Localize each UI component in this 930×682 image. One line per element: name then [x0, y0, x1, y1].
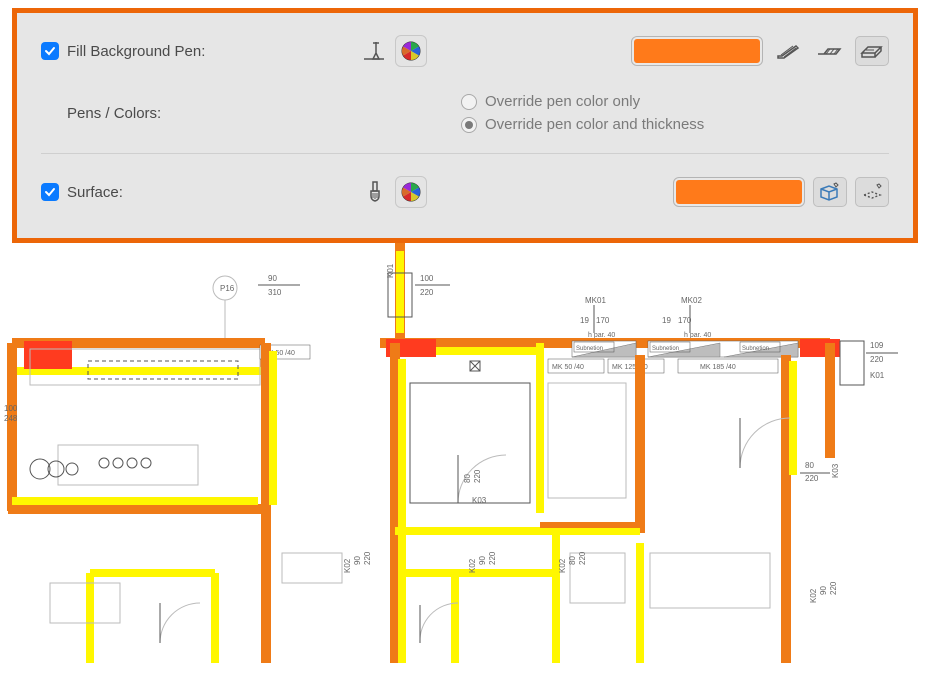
color-wheel-button[interactable]	[395, 176, 427, 208]
svg-text:K01: K01	[386, 263, 395, 278]
svg-text:100: 100	[420, 274, 434, 283]
hatch-solid-icon[interactable]	[771, 36, 805, 66]
svg-text:MK01: MK01	[585, 296, 606, 305]
svg-text:Subnetion: Subnetion	[576, 346, 603, 352]
svg-text:90: 90	[353, 556, 362, 565]
override-color-thickness-label: Override pen color and thickness	[485, 116, 704, 133]
override-color-only-label: Override pen color only	[485, 93, 640, 110]
surface-checkbox[interactable]	[41, 183, 59, 201]
svg-text:K02: K02	[343, 558, 352, 573]
svg-text:80: 80	[463, 474, 472, 483]
svg-text:220: 220	[363, 551, 372, 565]
svg-text:K02: K02	[468, 558, 477, 573]
pens-colors-label: Pens / Colors:	[67, 105, 161, 122]
svg-text:MK02: MK02	[681, 296, 702, 305]
svg-text:220: 220	[870, 355, 884, 364]
svg-text:220: 220	[578, 551, 587, 565]
floor-paint-icon[interactable]	[855, 177, 889, 207]
svg-text:P16: P16	[220, 284, 235, 293]
svg-text:K02: K02	[558, 558, 567, 573]
svg-text:K01: K01	[870, 371, 885, 380]
graphic-override-panel: Fill Background Pen:	[12, 8, 918, 243]
svg-text:220: 220	[420, 288, 434, 297]
fill-background-pen-row: Fill Background Pen:	[41, 29, 889, 73]
svg-text:220: 220	[805, 474, 819, 483]
fill-background-pen-checkbox[interactable]	[41, 42, 59, 60]
pen-nib-icon	[361, 37, 389, 65]
svg-text:Subnetion: Subnetion	[652, 346, 679, 352]
swatch-color	[634, 39, 760, 63]
svg-text:170: 170	[596, 316, 610, 325]
svg-text:K03: K03	[831, 463, 840, 478]
svg-text:80: 80	[805, 461, 814, 470]
svg-text:220: 220	[473, 469, 482, 483]
floor-plan-viewport[interactable]: P16 90 310 K01 100 220 MK01 MK02 19 170 …	[0, 243, 930, 663]
fill-background-pen-label: Fill Background Pen:	[67, 43, 205, 60]
radio-icon	[461, 117, 477, 133]
brush-icon	[361, 178, 389, 206]
divider	[41, 153, 889, 154]
svg-text:90: 90	[819, 586, 828, 595]
svg-text:h par. 40: h par. 40	[588, 332, 615, 339]
svg-text:Subnetion: Subnetion	[742, 346, 769, 352]
surface-color-swatch[interactable]	[673, 177, 805, 207]
svg-text:170: 170	[678, 316, 692, 325]
svg-text:248: 248	[4, 414, 18, 423]
svg-text:K03: K03	[472, 496, 487, 505]
color-wheel-button[interactable]	[395, 35, 427, 67]
svg-text:100: 100	[4, 404, 18, 413]
svg-text:MK 50 /40: MK 50 /40	[552, 364, 584, 371]
svg-text:109: 109	[870, 341, 884, 350]
svg-text:90: 90	[478, 556, 487, 565]
fill-background-color-swatch[interactable]	[631, 36, 763, 66]
override-color-thickness-radio[interactable]: Override pen color and thickness	[461, 116, 889, 133]
radio-icon	[461, 94, 477, 110]
svg-text:90: 90	[268, 274, 277, 283]
svg-text:220: 220	[488, 551, 497, 565]
svg-text:310: 310	[268, 288, 282, 297]
hatch-3d-icon[interactable]	[855, 36, 889, 66]
svg-text:19: 19	[662, 316, 671, 325]
svg-text:220: 220	[829, 581, 838, 595]
svg-text:K02: K02	[809, 588, 818, 603]
svg-text:19: 19	[580, 316, 589, 325]
svg-text:h par. 40: h par. 40	[684, 332, 711, 339]
swatch-color	[676, 180, 802, 204]
svg-text:80: 80	[568, 556, 577, 565]
surface-label: Surface:	[67, 184, 123, 201]
svg-text:MK 185 /40: MK 185 /40	[700, 364, 736, 371]
surface-row: Surface:	[41, 170, 889, 214]
hatch-linear-icon[interactable]	[813, 36, 847, 66]
pens-colors-row: Pens / Colors: Override pen color only O…	[41, 91, 889, 135]
override-color-only-radio[interactable]: Override pen color only	[461, 93, 889, 110]
cube-paint-icon[interactable]	[813, 177, 847, 207]
